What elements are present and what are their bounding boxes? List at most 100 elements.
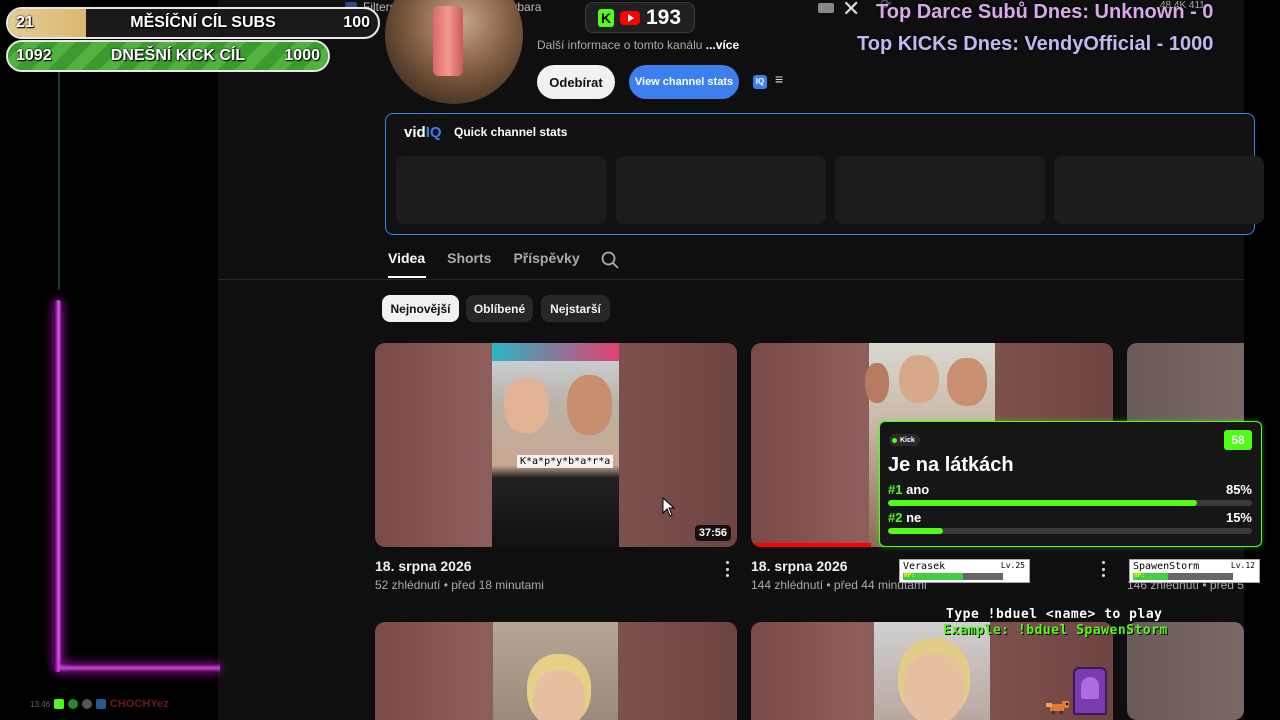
tab-shorts[interactable]: Shorts: [447, 250, 491, 266]
video-meta: 52 zhlédnutí • před 18 minutami: [375, 578, 544, 592]
tab-videos[interactable]: Videa: [388, 250, 425, 266]
chat-frame-glow-bottom: [58, 664, 220, 672]
viewer-count: 193: [646, 5, 682, 29]
chat-frame-line: [58, 70, 60, 290]
kick-dot-icon: [892, 437, 897, 443]
poll-option: #1 ano 85%: [888, 482, 1252, 506]
poll-option-number: #1: [888, 482, 903, 497]
duel-player-level: Lv.12: [1230, 561, 1255, 570]
video-thumbnail[interactable]: [375, 622, 737, 720]
poll-option-track: [888, 500, 1252, 506]
watch-progress-bar: [751, 543, 871, 547]
duel-hp-bar: HP:: [903, 572, 1003, 580]
active-tab-indicator: [388, 276, 426, 278]
duel-player-name: SpawenStorm: [1133, 561, 1200, 572]
vidiq-quick-stats-panel: vidIQ Quick channel stats: [385, 113, 1264, 235]
thumbnail-image: [493, 622, 618, 720]
duel-player-level: Lv.25: [1000, 561, 1025, 570]
thumbnail-face: [899, 355, 939, 403]
channel-avatar[interactable]: [385, 0, 523, 104]
subscribe-button[interactable]: Odebírat: [537, 65, 615, 99]
vidiq-stat-card: [1054, 156, 1264, 224]
video-title[interactable]: 18. srpna 2026: [751, 558, 848, 574]
video-title[interactable]: 18. srpna 2026: [375, 558, 472, 574]
monthly-subs-goal: 21 MĚSÍČNÍ CÍL SUBS 100: [6, 7, 380, 39]
keyboard-icon[interactable]: [818, 3, 834, 13]
poll-option-number: #2: [888, 510, 903, 525]
video-duration: 37:56: [694, 525, 731, 541]
search-icon[interactable]: [601, 251, 619, 269]
thumbnail-face: [904, 654, 964, 720]
more-info-text: Další informace o tomto kanálu: [537, 38, 703, 52]
badge-icon: [96, 699, 107, 709]
viewer-counter: K 193: [585, 2, 695, 33]
chat-frame-glow-left: [54, 300, 62, 672]
top-kicks-overlay: Top KICKs Dnes: VendyOfficial - 1000: [857, 33, 1214, 55]
avatar-cup-shape: [433, 6, 463, 76]
duel-player-card: Verasek Lv.25 HP:: [899, 559, 1030, 583]
poll-option: #2 ne 15%: [888, 510, 1252, 534]
vidiq-logo-suffix: IQ: [425, 124, 442, 141]
thumbnail-face: [567, 375, 612, 435]
badge-icon: [82, 699, 93, 709]
thumbnail-header-band: [492, 343, 619, 361]
goal-current: 1092: [16, 47, 52, 64]
tab-posts[interactable]: Příspěvky: [513, 250, 579, 266]
thumbnail-face: [533, 670, 585, 720]
thumbnail-caption: K*a*p*y*b*a*r*a: [517, 455, 614, 468]
thumbnail-face: [865, 363, 889, 403]
right-edge-strip: [1244, 0, 1280, 720]
duel-portal-sprite: [1073, 667, 1107, 715]
chat-message: 13:46 CHOCHYez: [30, 698, 169, 710]
channel-tabs: Videa Shorts Příspěvky: [388, 250, 580, 266]
duel-player-name: Verasek: [903, 561, 946, 572]
top-subs-overlay: Top Darce Subů Dnes: Unknown - 0: [876, 1, 1214, 23]
goal-current: 21: [16, 14, 34, 31]
video-thumbnail[interactable]: K*a*p*y*b*a*r*a 37:56: [375, 343, 737, 547]
chat-username: CHOCHYez: [110, 698, 169, 710]
vidiq-stat-card: [616, 156, 826, 224]
stream-screen: 13:46 CHOCHYez Filters kapybara K 193 ✕ …: [0, 0, 1280, 720]
channel-more-info[interactable]: Další informace o tomto kanálu ...více: [537, 38, 739, 52]
close-icon[interactable]: ✕: [842, 0, 860, 22]
vidiq-icon[interactable]: IQ: [753, 75, 767, 89]
duel-hp-label: HP:: [1134, 572, 1145, 579]
duel-player-card: SpawenStorm Lv.12 HP:: [1129, 559, 1260, 583]
more-options-icon[interactable]: [726, 561, 730, 577]
chat-panel-background: [0, 0, 218, 720]
thumbnail-face: [947, 358, 987, 406]
poll-option-bar: [888, 500, 1198, 506]
goal-title: MĚSÍČNÍ CÍL SUBS: [130, 14, 276, 31]
poll-badge-label: Kick: [900, 436, 915, 444]
vidiq-logo-prefix: vid: [404, 124, 426, 141]
chip-popular[interactable]: Oblíbené: [466, 295, 533, 322]
poll-question: Je na látkách: [888, 454, 1014, 476]
menu-icon[interactable]: ≡: [775, 71, 783, 87]
mouse-cursor-icon: [662, 497, 676, 517]
fox-sprite-icon: [1046, 701, 1069, 714]
vidiq-title: Quick channel stats: [454, 125, 568, 139]
more-options-icon[interactable]: [1102, 561, 1106, 577]
vidiq-logo: vidIQ: [404, 124, 442, 141]
more-link[interactable]: ...více: [706, 38, 739, 52]
view-channel-stats-button[interactable]: View channel stats: [629, 65, 739, 99]
kick-logo-icon: K: [598, 8, 614, 27]
vidiq-stat-card: [835, 156, 1045, 224]
chip-oldest[interactable]: Nejstarší: [541, 295, 610, 322]
youtube-logo-icon: [620, 10, 640, 25]
kick-poll: Kick 58 Je na látkách #1 ano 85% #2 ne 1…: [879, 421, 1262, 547]
badge-icon: [68, 699, 79, 709]
chip-newest[interactable]: Nejnovější: [382, 295, 459, 322]
goal-target: 100: [343, 14, 370, 31]
thumbnail-face: [504, 378, 549, 433]
kick-icon: [54, 699, 65, 709]
duel-hp-bar: HP:: [1133, 572, 1233, 580]
poll-option-track: [888, 528, 1252, 534]
goal-title: DNEŠNÍ KICK CÍL: [110, 47, 246, 64]
thumbnail-image: K*a*p*y*b*a*r*a: [492, 343, 619, 547]
duel-example-text: Example: !bduel SpawenStorm: [943, 623, 1168, 638]
poll-option-label: ne: [906, 510, 922, 525]
poll-option-label: ano: [906, 482, 930, 497]
duel-help-text: Type !bduel <name> to play: [946, 607, 1163, 622]
poll-timer: 58: [1224, 430, 1252, 450]
